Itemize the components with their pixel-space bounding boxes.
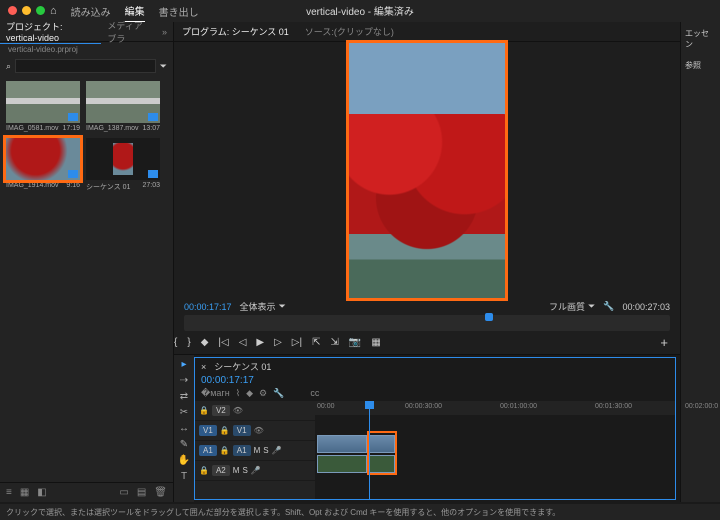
- filter-icon[interactable]: ⏷: [160, 61, 167, 72]
- program-scrubber[interactable]: [184, 315, 670, 331]
- bin-item[interactable]: IMAG_1387.mov13:07: [86, 81, 160, 132]
- step-back-icon[interactable]: ◁: [239, 337, 247, 348]
- home-icon[interactable]: ⌂: [50, 5, 57, 17]
- search-icon[interactable]: ⌕: [6, 61, 11, 72]
- cc-icon[interactable]: cc: [310, 388, 319, 399]
- project-panel: プロジェクト: vertical-video メディアブラ » vertical…: [0, 22, 174, 502]
- bin-item[interactable]: IMAG_0581.mov17:19: [6, 81, 80, 132]
- track-a2[interactable]: 🔒A2MS🎤: [195, 461, 315, 481]
- video-clip[interactable]: [317, 435, 367, 453]
- media-browser-tab[interactable]: メディアブラ: [101, 19, 156, 45]
- ripple-tool-icon[interactable]: ⇄: [180, 391, 188, 402]
- timeline-timecode[interactable]: 00:00:17:17: [195, 375, 675, 386]
- project-tab[interactable]: プロジェクト: vertical-video: [0, 20, 101, 44]
- source-tab[interactable]: ソース:(クリップなし): [297, 25, 402, 38]
- reference-label: 参照: [685, 60, 716, 71]
- list-view-icon[interactable]: ≡: [6, 487, 12, 498]
- new-item-icon[interactable]: ▤: [137, 487, 146, 498]
- pen-tool-icon[interactable]: ✎: [180, 439, 188, 450]
- snap-icon[interactable]: �магн: [201, 388, 230, 399]
- type-tool-icon[interactable]: T: [181, 471, 187, 482]
- program-monitor[interactable]: [174, 42, 680, 298]
- freeform-icon[interactable]: ◧: [37, 487, 46, 498]
- bin-item-sequence[interactable]: シーケンス 0127:03: [86, 138, 160, 192]
- linked-sel-icon[interactable]: ⌇: [236, 388, 240, 399]
- lift-icon[interactable]: ⇱: [312, 337, 320, 348]
- add-marker-icon[interactable]: ◆: [201, 337, 209, 348]
- mark-in-icon[interactable]: {: [174, 337, 177, 348]
- track-select-icon[interactable]: ⇢: [180, 375, 188, 386]
- play-icon[interactable]: ▶: [256, 337, 264, 348]
- timeline-tools: ▸ ⇢ ⇄ ✂ ↔ ✎ ✋ T: [174, 355, 194, 502]
- track-v1[interactable]: V1🔒V1👁: [195, 421, 315, 441]
- quality-dropdown[interactable]: フル画質 ⏷: [549, 300, 595, 313]
- step-fwd-icon[interactable]: ▷: [274, 337, 282, 348]
- search-input[interactable]: [15, 59, 156, 73]
- export-frame-icon[interactable]: ▦: [371, 337, 380, 348]
- audio-clip[interactable]: [317, 455, 367, 473]
- right-panel: エッセン 参照: [680, 22, 720, 502]
- razor-tool-icon[interactable]: ✂: [180, 407, 188, 418]
- project-file-label: vertical-video.prproj: [0, 42, 173, 57]
- settings-icon[interactable]: 🔧: [603, 301, 614, 312]
- program-tab[interactable]: プログラム: シーケンス 01: [174, 25, 297, 38]
- extract-icon[interactable]: ⇲: [330, 337, 338, 348]
- new-bin-icon[interactable]: ▭: [119, 487, 128, 498]
- marker-icon[interactable]: ◆: [246, 388, 253, 399]
- go-in-icon[interactable]: |◁: [218, 337, 228, 348]
- camera-icon[interactable]: 📷: [349, 337, 361, 348]
- wrench-icon[interactable]: 🔧: [273, 388, 284, 399]
- settings-icon[interactable]: ⚙: [259, 388, 267, 399]
- playhead-marker[interactable]: [485, 313, 493, 321]
- slip-tool-icon[interactable]: ↔: [179, 423, 189, 434]
- trash-icon[interactable]: 🗑: [154, 487, 167, 498]
- essentials-tab[interactable]: エッセン: [685, 28, 716, 50]
- selection-tool-icon[interactable]: ▸: [181, 359, 186, 370]
- program-duration: 00:00:27:03: [622, 302, 670, 312]
- tab-export[interactable]: 書き出し: [159, 1, 199, 22]
- hand-tool-icon[interactable]: ✋: [178, 455, 190, 466]
- go-out-icon[interactable]: ▷|: [292, 337, 302, 348]
- track-v2[interactable]: 🔒V2👁: [195, 401, 315, 421]
- timeline-close-icon[interactable]: ×: [201, 362, 206, 372]
- video-frame: [349, 43, 505, 298]
- button-editor-icon[interactable]: +: [660, 335, 668, 350]
- icon-view-icon[interactable]: ▦: [20, 487, 29, 498]
- sequence-name[interactable]: シーケンス 01: [214, 360, 271, 373]
- mark-out-icon[interactable]: }: [187, 337, 190, 348]
- fit-dropdown[interactable]: 全体表示 ⏷: [240, 300, 286, 313]
- track-a1[interactable]: A1🔒A1MS🎤: [195, 441, 315, 461]
- selection-highlight: [367, 431, 397, 475]
- panel-overflow[interactable]: »: [156, 27, 173, 37]
- status-bar: クリックで選択、または選択ツールをドラッグして囲んだ部分を選択します。Shift…: [0, 504, 720, 520]
- timeline-playhead[interactable]: [369, 401, 370, 499]
- bin-item-selected[interactable]: IMAG_1914.mov9:16: [6, 138, 80, 192]
- program-timecode[interactable]: 00:00:17:17: [184, 302, 232, 312]
